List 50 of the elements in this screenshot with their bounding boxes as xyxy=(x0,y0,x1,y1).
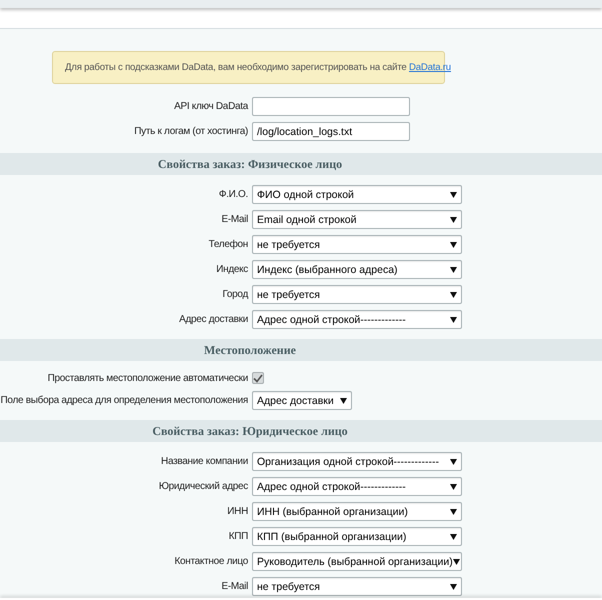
field-label: E-Mail xyxy=(220,214,248,225)
dropdown[interactable]: ИНН (выбранной организации) xyxy=(252,502,462,521)
dropdown[interactable]: ФИО одной строкой xyxy=(252,185,462,204)
dropdown[interactable]: Организация одной строкой------------- xyxy=(252,452,462,471)
field-label: Юридический адрес xyxy=(158,481,248,492)
caret-icon xyxy=(450,266,457,272)
field-label: API ключ DaData xyxy=(173,101,248,112)
dropdown[interactable]: не требуется xyxy=(252,577,462,596)
field-label: Проставлять местоположение автоматически xyxy=(46,372,248,384)
checkbox[interactable] xyxy=(252,372,264,384)
field-label: Город xyxy=(221,289,248,300)
caret-icon xyxy=(450,316,457,322)
notice-text: Для работы с подсказками DaData, вам необходимо зарегистрировать на сайте DaData.ru xyxy=(65,62,451,73)
field-label: ИНН xyxy=(226,506,248,517)
dropdown[interactable]: не требуется xyxy=(252,285,462,304)
field-label: Путь к логам (от хостинга) xyxy=(133,126,248,137)
caret-icon xyxy=(340,398,347,404)
field-label: E-Mail xyxy=(220,581,248,592)
section-title: Свойства заказ: Юридическое лицо xyxy=(151,424,349,438)
dropdown[interactable]: Адрес доставки xyxy=(252,391,352,410)
field-label: Телефон xyxy=(208,239,248,250)
dropdown[interactable]: Руководитель (выбранной организации) xyxy=(252,552,462,571)
section-title: Свойства заказ: Физическое лицо xyxy=(156,156,344,172)
caret-icon xyxy=(450,216,457,222)
caret-icon xyxy=(452,558,460,564)
field-label: Ф.И.О. xyxy=(218,189,248,200)
text-field[interactable] xyxy=(252,97,410,116)
text-field[interactable]: /log/location_logs.txt xyxy=(252,122,410,141)
field-label: Индекс xyxy=(215,264,248,275)
field-label: КПП xyxy=(228,531,248,542)
caret-icon xyxy=(450,534,457,540)
field-label: Поле выбора адреса для определения местоположения xyxy=(0,395,248,406)
dropdown[interactable]: Адрес одной строкой------------- xyxy=(252,310,462,329)
dropdown[interactable]: КПП (выбранной организации) xyxy=(252,527,462,546)
dropdown[interactable]: Email одной строкой xyxy=(252,210,462,229)
field-label: Контактное лицо xyxy=(173,556,248,567)
dropdown[interactable]: Адрес одной строкой------------- xyxy=(252,477,462,496)
dadata-link[interactable]: DaData.ru xyxy=(409,62,451,73)
section-title: Местоположение xyxy=(203,342,297,358)
caret-icon xyxy=(450,508,457,514)
caret-icon xyxy=(450,484,457,490)
dropdown[interactable]: не требуется xyxy=(252,235,462,254)
caret-icon xyxy=(450,458,457,464)
caret-icon xyxy=(450,242,457,248)
caret-icon xyxy=(450,292,457,298)
dropdown[interactable]: Индекс (выбранного адреса) xyxy=(252,260,462,279)
caret-icon xyxy=(450,192,457,198)
field-label: Адрес доставки xyxy=(178,314,248,325)
caret-icon xyxy=(450,584,457,590)
field-label: Название компании xyxy=(160,456,248,467)
